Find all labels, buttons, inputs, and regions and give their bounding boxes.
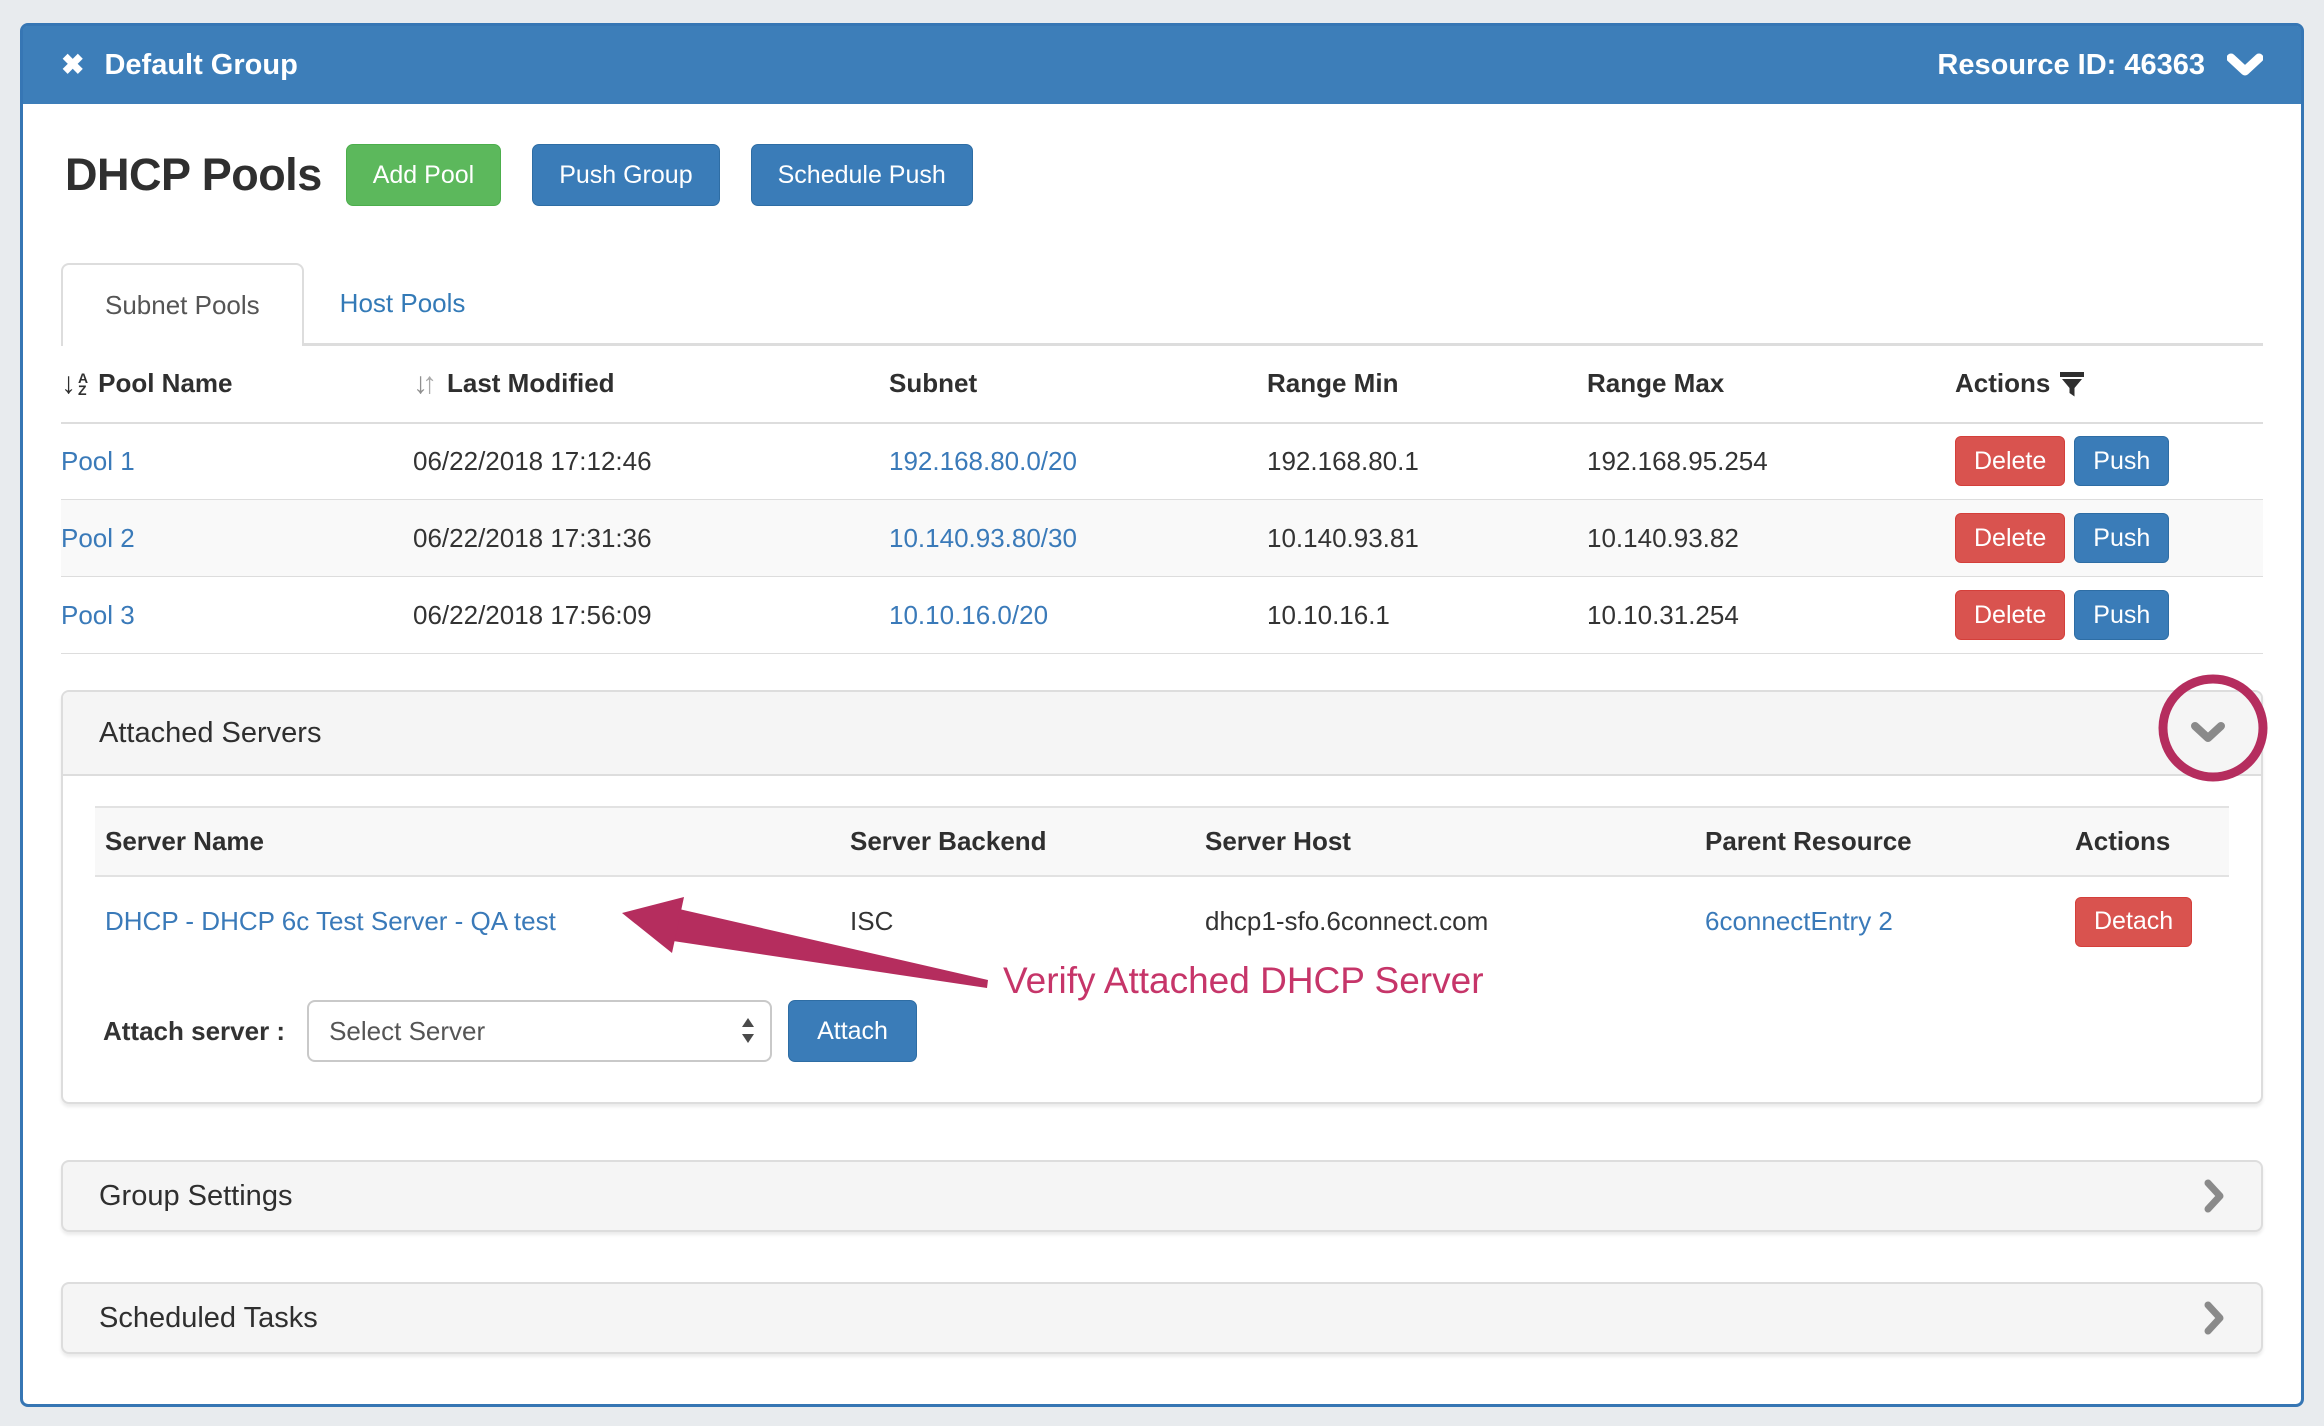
last-modified-cell: 06/22/2018 17:56:09 (413, 577, 889, 654)
title-row: DHCP Pools Add Pool Push Group Schedule … (61, 144, 2263, 206)
last-modified-cell: 06/22/2018 17:12:46 (413, 423, 889, 500)
pool-name-link[interactable]: Pool 1 (61, 446, 135, 476)
column-range-min: Range Min (1267, 346, 1587, 423)
scheduled-tasks-panel[interactable]: Scheduled Tasks (61, 1282, 2263, 1354)
sort-alpha-icon[interactable]: ↓ AZ (61, 369, 88, 399)
tab-host-pools[interactable]: Host Pools (304, 263, 502, 343)
pools-table: ↓ AZ Pool Name ↓↑ Last Mo (61, 346, 2263, 654)
server-backend-cell: ISC (850, 876, 1205, 966)
delete-button[interactable]: Delete (1955, 513, 2065, 563)
select-server-value: Select Server (329, 1016, 485, 1047)
group-title: Default Group (104, 49, 297, 82)
range-max-cell: 192.168.95.254 (1587, 423, 1955, 500)
default-group-card: ✖ Default Group Resource ID: 46363 DHCP … (20, 23, 2304, 1407)
column-last-modified[interactable]: ↓↑ Last Modified (413, 346, 889, 423)
table-row: Pool 2 06/22/2018 17:31:36 10.140.93.80/… (61, 500, 2263, 577)
pools-tabs: Subnet Pools Host Pools (61, 263, 2263, 346)
delete-button[interactable]: Delete (1955, 436, 2065, 486)
server-table-header-row: Server Name Server Backend Server Host P… (95, 807, 2229, 876)
delete-button[interactable]: Delete (1955, 590, 2065, 640)
range-min-cell: 10.140.93.81 (1267, 500, 1587, 577)
group-settings-panel[interactable]: Group Settings (61, 1160, 2263, 1232)
column-actions: Actions (1955, 346, 2263, 423)
last-modified-cell: 06/22/2018 17:31:36 (413, 500, 889, 577)
annotation-text: Verify Attached DHCP Server (1003, 960, 1484, 1002)
resource-id-label: Resource ID: 46363 (1937, 49, 2205, 82)
range-min-cell: 192.168.80.1 (1267, 423, 1587, 500)
subnet-link[interactable]: 10.10.16.0/20 (889, 600, 1048, 630)
detach-button[interactable]: Detach (2075, 897, 2192, 947)
group-header-bar: ✖ Default Group Resource ID: 46363 (23, 26, 2301, 104)
column-server-host: Server Host (1205, 807, 1705, 876)
attached-servers-panel: Attached Servers Server Name Server (61, 690, 2263, 1104)
header-chevron-down-icon[interactable] (2227, 53, 2263, 77)
scheduled-tasks-title: Scheduled Tasks (99, 1302, 318, 1335)
column-range-max: Range Max (1587, 346, 1955, 423)
chevron-right-icon (2203, 1179, 2225, 1213)
table-row: Pool 1 06/22/2018 17:12:46 192.168.80.0/… (61, 423, 2263, 500)
sort-up-down-icon[interactable]: ↓↑ (413, 369, 437, 399)
push-group-button[interactable]: Push Group (532, 144, 719, 206)
column-server-name: Server Name (95, 807, 850, 876)
close-icon[interactable]: ✖ (61, 51, 84, 79)
subnet-link[interactable]: 192.168.80.0/20 (889, 446, 1077, 476)
attached-servers-title: Attached Servers (99, 717, 321, 750)
column-parent-resource: Parent Resource (1705, 807, 2075, 876)
range-min-cell: 10.10.16.1 (1267, 577, 1587, 654)
page: ✖ Default Group Resource ID: 46363 DHCP … (0, 0, 2324, 1426)
column-pool-name[interactable]: ↓ AZ Pool Name (61, 346, 413, 423)
attached-servers-body: Server Name Server Backend Server Host P… (63, 776, 2261, 1102)
server-host-cell: dhcp1-sfo.6connect.com (1205, 876, 1705, 966)
column-subnet: Subnet (889, 346, 1267, 423)
select-stepper-icon (740, 1016, 756, 1046)
range-max-cell: 10.10.31.254 (1587, 577, 1955, 654)
server-name-link[interactable]: DHCP - DHCP 6c Test Server - QA test (105, 906, 556, 936)
group-settings-title: Group Settings (99, 1180, 292, 1213)
attached-servers-header[interactable]: Attached Servers (63, 692, 2261, 776)
chevron-right-icon (2203, 1301, 2225, 1335)
chevron-down-icon[interactable] (2191, 722, 2225, 744)
attach-server-row: Attach server : Select Server Attach (95, 1000, 2229, 1062)
tab-subnet-pools[interactable]: Subnet Pools (61, 263, 304, 346)
column-server-actions: Actions (2075, 807, 2229, 876)
attached-servers-table: Server Name Server Backend Server Host P… (95, 806, 2229, 966)
range-max-cell: 10.140.93.82 (1587, 500, 1955, 577)
select-server-dropdown[interactable]: Select Server (307, 1000, 772, 1062)
pool-name-link[interactable]: Pool 2 (61, 523, 135, 553)
attach-button[interactable]: Attach (788, 1000, 917, 1062)
group-header-left: ✖ Default Group (61, 49, 298, 82)
schedule-push-button[interactable]: Schedule Push (751, 144, 973, 206)
push-button[interactable]: Push (2074, 513, 2169, 563)
pools-table-header-row: ↓ AZ Pool Name ↓↑ Last Mo (61, 346, 2263, 423)
push-button[interactable]: Push (2074, 436, 2169, 486)
page-title: DHCP Pools (65, 149, 322, 201)
column-server-backend: Server Backend (850, 807, 1205, 876)
add-pool-button[interactable]: Add Pool (346, 144, 501, 206)
table-row: DHCP - DHCP 6c Test Server - QA test ISC… (95, 876, 2229, 966)
parent-resource-link[interactable]: 6connectEntry 2 (1705, 906, 1893, 936)
push-button[interactable]: Push (2074, 590, 2169, 640)
pool-name-link[interactable]: Pool 3 (61, 600, 135, 630)
filter-funnel-icon[interactable] (2060, 371, 2084, 397)
group-header-right: Resource ID: 46363 (1937, 49, 2263, 82)
subnet-link[interactable]: 10.140.93.80/30 (889, 523, 1077, 553)
table-row: Pool 3 06/22/2018 17:56:09 10.10.16.0/20… (61, 577, 2263, 654)
attach-server-label: Attach server : (103, 1016, 285, 1047)
